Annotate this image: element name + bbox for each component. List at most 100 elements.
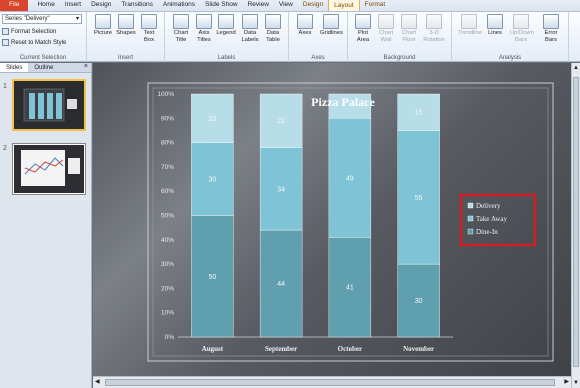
axistitles-button[interactable]: Axis Titles — [193, 14, 215, 43]
x-category-label: November — [403, 345, 434, 353]
scroll-up-icon[interactable]: ▲ — [573, 65, 579, 71]
data-label[interactable]: 41 — [346, 285, 354, 292]
chart[interactable]: 0% 10% 20% 30% 40% 50% 60% 70% 80% 90% 100% 50 30 20… — [93, 63, 571, 376]
scroll-right-icon[interactable]: ▶ — [564, 378, 569, 385]
data-label[interactable]: 20 — [208, 116, 216, 123]
selection-value: Series "Delivery" — [5, 16, 50, 22]
legend-entry[interactable]: Dine-In — [476, 228, 498, 236]
legend-label: Legend — [216, 30, 236, 36]
tab-design-chart[interactable]: Design — [298, 0, 328, 11]
y-tick-label: 20% — [161, 285, 174, 292]
data-label[interactable]: 34 — [277, 186, 285, 193]
tab-review[interactable]: Review — [243, 0, 274, 11]
chart-wall-icon — [378, 14, 394, 29]
updown-button[interactable]: Up/Down Bars — [510, 14, 534, 43]
legend-button[interactable]: Legend — [215, 14, 237, 37]
trendline-button[interactable]: Trendline — [458, 14, 482, 37]
horizontal-scrollbar[interactable]: ◀ ▶ — [93, 376, 571, 388]
legend-swatch — [467, 202, 474, 209]
y-tick-label: 50% — [161, 213, 174, 220]
data-label[interactable]: 15 — [415, 110, 423, 117]
x-category-label: September — [265, 345, 297, 353]
scroll-down-icon[interactable]: ▼ — [573, 380, 579, 386]
legend-icon — [218, 14, 234, 29]
datalabels-label: Data Labels — [241, 30, 259, 43]
slide-canvas[interactable]: 0% 10% 20% 30% 40% 50% 60% 70% 80% 90% 100% 50 30 20… — [93, 63, 571, 376]
rotation-button[interactable]: 3-D Rotation — [423, 14, 445, 43]
hscrollbar-thumb[interactable] — [105, 379, 555, 386]
tab-slide-show[interactable]: Slide Show — [200, 0, 243, 11]
format-selection-button[interactable]: Format Selection — [2, 28, 56, 35]
selection-dropdown[interactable]: Series "Delivery" ▾ — [2, 14, 82, 24]
lines-label: Lines — [488, 30, 502, 36]
group-label-analysis: Analysis — [498, 55, 522, 61]
tab-design[interactable]: Design — [86, 0, 116, 11]
scrollbar-thumb[interactable] — [573, 77, 579, 367]
charttitle-button[interactable]: Chart Title — [170, 14, 192, 43]
y-tick-label: 40% — [161, 237, 174, 244]
chartwall-label: Chart Wall — [378, 30, 394, 43]
legend[interactable]: Delivery Take Away Dine-In — [467, 202, 507, 236]
axes-button[interactable]: Axes — [294, 14, 316, 37]
textbox-button[interactable]: Text Box — [138, 14, 160, 43]
axistitles-label: Axis Titles — [197, 30, 211, 43]
tab-view[interactable]: View — [274, 0, 298, 11]
errorbars-button[interactable]: Error Bars — [540, 14, 562, 43]
plot-area-icon — [355, 14, 371, 29]
y-tick-label: 60% — [161, 188, 174, 195]
tab-format-chart[interactable]: Format — [360, 0, 391, 11]
slide-2-preview — [14, 145, 84, 193]
y-tick-label: 70% — [161, 164, 174, 171]
tab-layout-chart[interactable]: Layout — [328, 0, 360, 11]
ribbon-tabs: File Home Insert Design Transitions Animation… — [0, 0, 580, 12]
data-label[interactable]: 30 — [208, 177, 216, 184]
gridlines-button[interactable]: Gridlines — [320, 14, 343, 37]
datatable-button[interactable]: Data Table — [262, 14, 284, 43]
close-icon[interactable]: × — [81, 63, 91, 72]
tab-slides[interactable]: Slides — [0, 63, 29, 72]
gridlines-label: Gridlines — [320, 30, 343, 36]
data-label[interactable]: 49 — [346, 175, 354, 182]
chartwall-button[interactable]: Chart Wall — [375, 14, 397, 43]
picture-button[interactable]: Picture — [92, 14, 114, 37]
shapes-button[interactable]: Shapes — [115, 14, 137, 37]
slide-thumbnail-2[interactable] — [12, 143, 86, 195]
y-tick-label: 0% — [165, 334, 175, 341]
chartfloor-button[interactable]: Chart Floor — [398, 14, 420, 43]
y-tick-label: 10% — [161, 310, 174, 317]
format-selection-icon — [2, 28, 9, 35]
tab-transitions[interactable]: Transitions — [116, 0, 158, 11]
format-selection-label: Format Selection — [11, 28, 57, 35]
shapes-label: Shapes — [116, 30, 136, 36]
tab-file[interactable]: File — [0, 0, 29, 11]
updown-label: Up/Down Bars — [510, 30, 534, 43]
reset-style-button[interactable]: Reset to Match Style — [2, 39, 66, 46]
textbox-icon — [141, 14, 157, 29]
y-tick-label: 80% — [161, 140, 174, 147]
panel-tabs: Slides Outline × — [0, 63, 91, 73]
chart-title[interactable]: Pizza Palace — [311, 95, 375, 109]
vertical-scrollbar[interactable]: ▲ ▼ — [571, 63, 580, 388]
tab-home[interactable]: Home — [32, 0, 59, 11]
data-label[interactable]: 22 — [277, 118, 285, 125]
legend-entry[interactable]: Delivery — [476, 202, 501, 210]
tab-outline[interactable]: Outline — [28, 63, 59, 72]
group-label-current-selection: Current Selection — [19, 55, 67, 61]
data-label[interactable]: 50 — [208, 274, 216, 281]
legend-swatch — [467, 215, 474, 222]
reset-style-icon — [2, 39, 9, 46]
slide-thumbnail-1[interactable] — [12, 79, 86, 131]
data-label[interactable]: 30 — [415, 298, 423, 305]
plotarea-button[interactable]: Plot Area — [352, 14, 374, 43]
charttitle-label: Chart Title — [173, 30, 189, 43]
scroll-left-icon[interactable]: ◀ — [95, 378, 100, 385]
data-label[interactable]: 55 — [415, 195, 423, 202]
rotation-icon — [426, 14, 442, 29]
tab-insert[interactable]: Insert — [60, 0, 86, 11]
lines-button[interactable]: Lines — [484, 14, 506, 37]
legend-entry[interactable]: Take Away — [476, 215, 507, 223]
gridlines-icon — [323, 14, 339, 29]
data-label[interactable]: 44 — [277, 281, 285, 288]
datalabels-button[interactable]: Data Labels — [239, 14, 261, 43]
tab-animations[interactable]: Animations — [158, 0, 200, 11]
